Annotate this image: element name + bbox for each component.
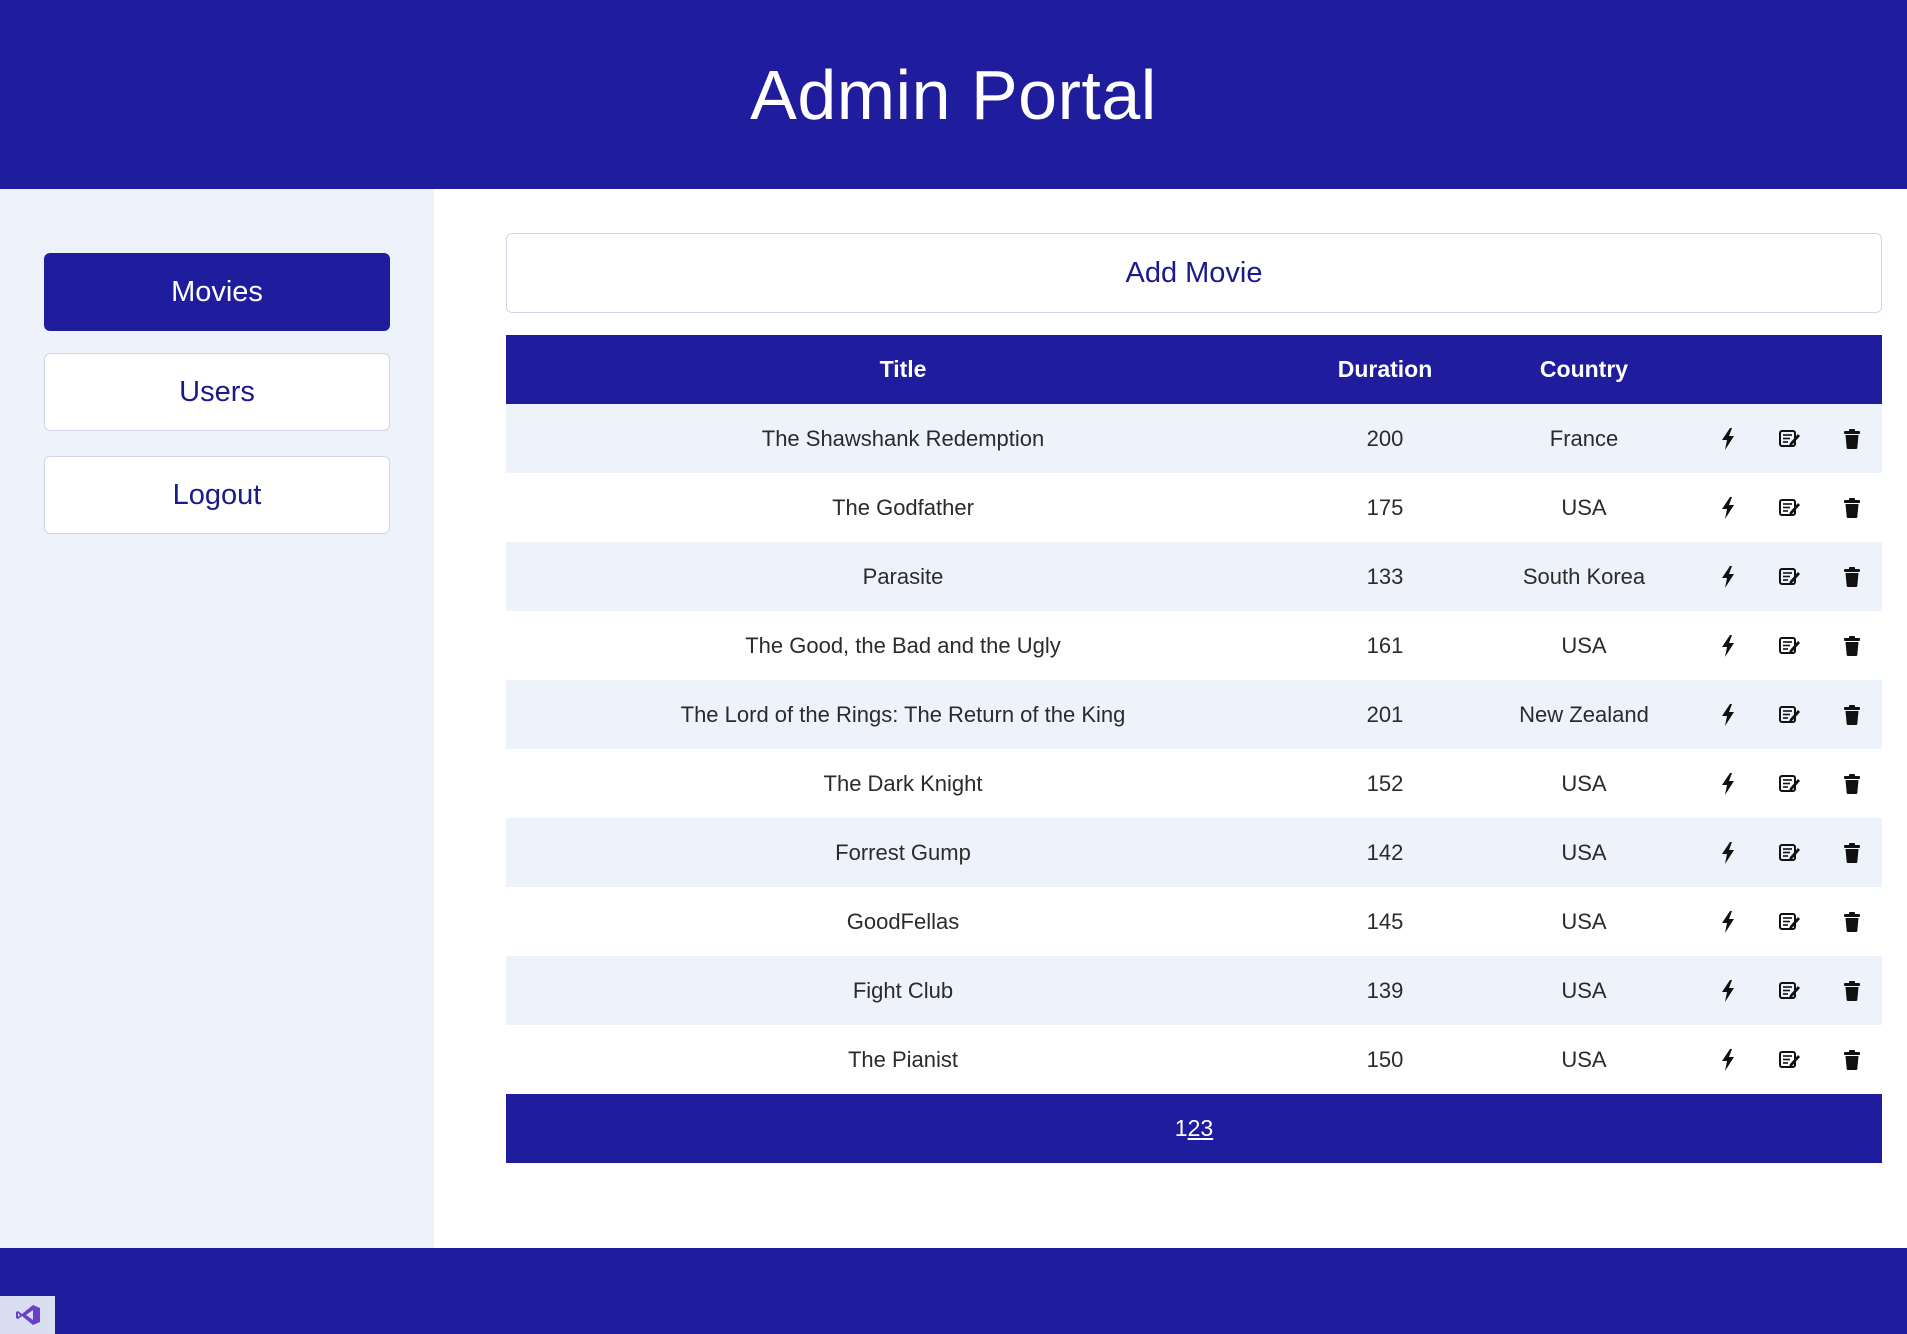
lightning-icon[interactable] xyxy=(1714,425,1742,453)
cell-duration: 201 xyxy=(1366,701,1404,727)
cell-title: The Shawshank Redemption xyxy=(761,425,1045,451)
cell-title: The Dark Knight xyxy=(823,770,983,796)
edit-icon[interactable] xyxy=(1776,563,1804,591)
cell-country: USA xyxy=(1561,839,1607,865)
edit-icon[interactable] xyxy=(1776,770,1804,798)
trash-icon[interactable] xyxy=(1838,563,1866,591)
table-header: Title Duration Country xyxy=(506,335,1882,404)
cell-country: USA xyxy=(1561,770,1607,796)
sidebar-item-movies[interactable]: Movies xyxy=(44,253,390,331)
lightning-icon[interactable] xyxy=(1714,977,1742,1005)
cell-duration: 152 xyxy=(1366,770,1404,796)
edit-icon[interactable] xyxy=(1776,839,1804,867)
edit-icon[interactable] xyxy=(1776,632,1804,660)
trash-icon[interactable] xyxy=(1838,632,1866,660)
cell-duration: 133 xyxy=(1366,563,1404,589)
table-row: The Pianist 150 USA xyxy=(506,1025,1882,1094)
table-row: Fight Club 139 USA xyxy=(506,956,1882,1025)
edit-icon[interactable] xyxy=(1776,1046,1804,1074)
lightning-icon[interactable] xyxy=(1714,1046,1742,1074)
cell-duration: 161 xyxy=(1366,632,1404,658)
trash-icon[interactable] xyxy=(1838,839,1866,867)
main-content: Add Movie Title Duration Country The Sha… xyxy=(434,189,1907,1248)
trash-icon[interactable] xyxy=(1838,701,1866,729)
cell-country: USA xyxy=(1561,1046,1607,1072)
cell-title: Forrest Gump xyxy=(835,839,971,865)
table-row: Forrest Gump 142 USA xyxy=(506,818,1882,887)
table-row: The Shawshank Redemption 200 France xyxy=(506,404,1882,473)
lightning-icon[interactable] xyxy=(1714,494,1742,522)
movies-table: Title Duration Country The Shawshank Red… xyxy=(506,335,1882,1163)
cell-country: USA xyxy=(1561,494,1607,520)
edit-icon[interactable] xyxy=(1776,701,1804,729)
trash-icon[interactable] xyxy=(1838,770,1866,798)
trash-icon[interactable] xyxy=(1838,494,1866,522)
page-link-1[interactable]: 1 xyxy=(1175,1115,1188,1142)
edit-icon[interactable] xyxy=(1776,425,1804,453)
cell-title: The Lord of the Rings: The Return of the… xyxy=(680,701,1126,727)
cell-duration: 150 xyxy=(1366,1046,1404,1072)
trash-icon[interactable] xyxy=(1838,908,1866,936)
cell-duration: 145 xyxy=(1366,908,1404,934)
cell-duration: 200 xyxy=(1366,425,1404,451)
cell-country: France xyxy=(1549,425,1619,451)
cell-country: South Korea xyxy=(1522,563,1646,589)
cell-country: USA xyxy=(1561,977,1607,1003)
cell-title: The Good, the Bad and the Ugly xyxy=(745,632,1061,658)
page-link-3[interactable]: 3 xyxy=(1200,1115,1213,1142)
edit-icon[interactable] xyxy=(1776,977,1804,1005)
column-header-duration: Duration xyxy=(1337,356,1433,382)
footer xyxy=(0,1248,1907,1334)
edit-icon[interactable] xyxy=(1776,494,1804,522)
sidebar-item-users[interactable]: Users xyxy=(44,353,390,431)
visual-studio-icon[interactable] xyxy=(0,1296,55,1334)
table-body: The Shawshank Redemption 200 France The God… xyxy=(506,404,1882,1094)
page-link-2[interactable]: 2 xyxy=(1188,1115,1201,1142)
table-row: The Dark Knight 152 USA xyxy=(506,749,1882,818)
cell-country: USA xyxy=(1561,908,1607,934)
lightning-icon[interactable] xyxy=(1714,563,1742,591)
trash-icon[interactable] xyxy=(1838,425,1866,453)
cell-country: New Zealand xyxy=(1519,701,1649,727)
lightning-icon[interactable] xyxy=(1714,701,1742,729)
trash-icon[interactable] xyxy=(1838,1046,1866,1074)
table-row: The Good, the Bad and the Ugly 161 USA xyxy=(506,611,1882,680)
table-row: The Lord of the Rings: The Return of the… xyxy=(506,680,1882,749)
cell-duration: 139 xyxy=(1366,977,1404,1003)
table-row: GoodFellas 145 USA xyxy=(506,887,1882,956)
trash-icon[interactable] xyxy=(1838,977,1866,1005)
cell-title: Parasite xyxy=(862,563,944,589)
cell-duration: 175 xyxy=(1366,494,1404,520)
cell-title: The Godfather xyxy=(832,494,974,520)
cell-title: Fight Club xyxy=(852,977,954,1003)
cell-title: The Pianist xyxy=(847,1046,959,1072)
lightning-icon[interactable] xyxy=(1714,839,1742,867)
lightning-icon[interactable] xyxy=(1714,908,1742,936)
edit-icon[interactable] xyxy=(1776,908,1804,936)
pagination: 1 2 3 xyxy=(506,1094,1882,1163)
page-title: Admin Portal xyxy=(750,55,1157,134)
header: Admin Portal xyxy=(0,0,1907,189)
table-row: Parasite 133 South Korea xyxy=(506,542,1882,611)
sidebar-item-logout[interactable]: Logout xyxy=(44,456,390,534)
lightning-icon[interactable] xyxy=(1714,770,1742,798)
sidebar: Movies Users Logout xyxy=(0,189,434,1248)
table-row: The Godfather 175 USA xyxy=(506,473,1882,542)
cell-country: USA xyxy=(1561,632,1607,658)
column-header-title: Title xyxy=(879,356,927,382)
column-header-country: Country xyxy=(1539,356,1629,382)
add-movie-button[interactable]: Add Movie xyxy=(506,233,1882,313)
cell-title: GoodFellas xyxy=(846,908,960,934)
lightning-icon[interactable] xyxy=(1714,632,1742,660)
cell-duration: 142 xyxy=(1366,839,1404,865)
